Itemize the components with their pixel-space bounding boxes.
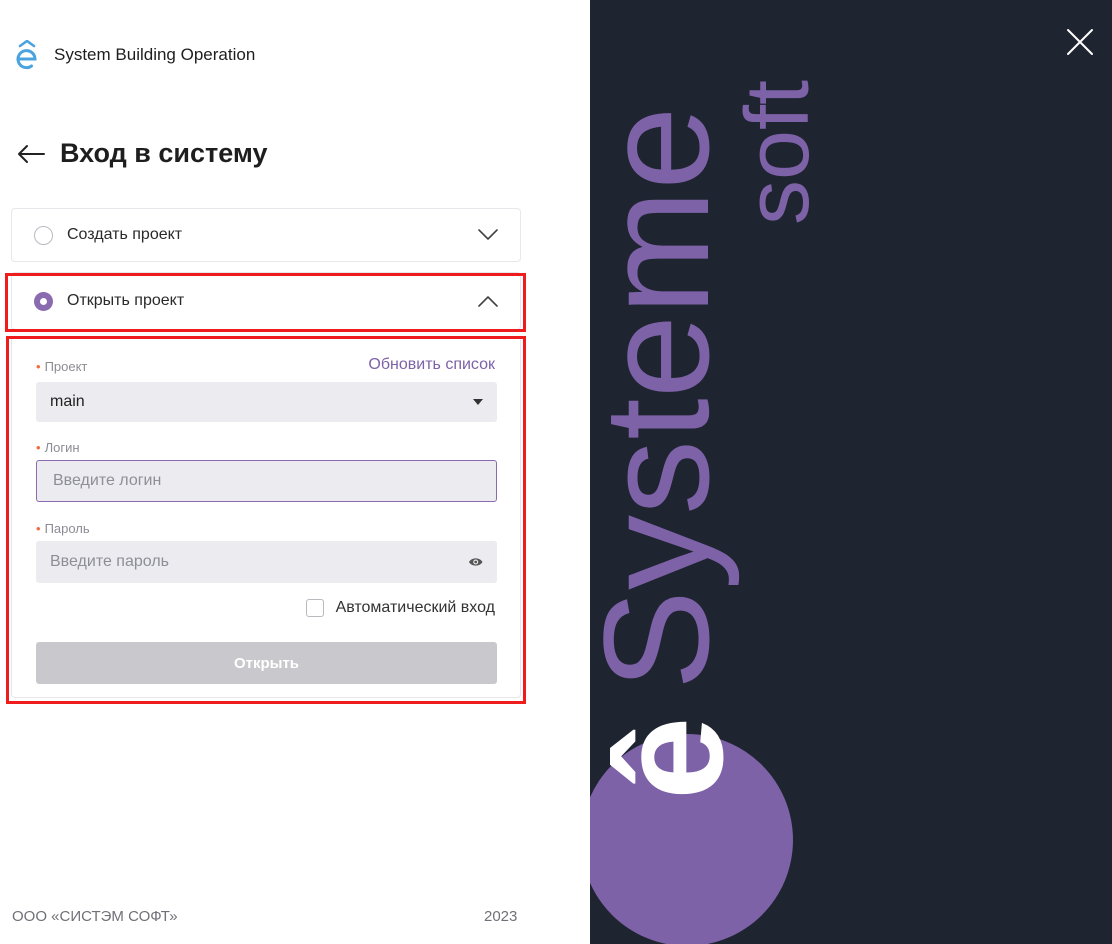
- app-name: System Building Operation: [54, 45, 256, 64]
- project-select-value: main: [50, 393, 85, 410]
- create-project-section: Создать проект: [11, 208, 521, 262]
- create-project-label: Создать проект: [67, 226, 183, 243]
- login-panel: System Building Operation Вход в систему…: [0, 0, 590, 944]
- footer-company: ООО «СИСТЭМ СОФТ»: [12, 908, 178, 925]
- login-field[interactable]: [36, 460, 497, 502]
- back-arrow-icon[interactable]: [16, 143, 46, 165]
- brand-circle-mark: ê: [590, 717, 754, 800]
- auto-login-option[interactable]: Автоматический вход: [305, 599, 495, 617]
- project-label: • Проект: [36, 359, 88, 374]
- required-marker: •: [36, 440, 41, 455]
- open-project-radio[interactable]: [34, 291, 53, 311]
- brand-word: Systeme: [590, 106, 740, 690]
- password-input[interactable]: [50, 553, 468, 571]
- brand-panel: Systeme soft ê: [590, 0, 1112, 944]
- open-button[interactable]: Открыть: [36, 642, 497, 684]
- refresh-list-link[interactable]: Обновить список: [368, 356, 495, 374]
- brand-sub: soft: [728, 80, 828, 225]
- chevron-down-icon[interactable]: [478, 229, 498, 241]
- app-header: System Building Operation: [14, 40, 255, 70]
- create-project-toggle[interactable]: Создать проект: [12, 209, 520, 261]
- open-project-section: Открыть проект: [11, 272, 521, 330]
- auto-login-label: Автоматический вход: [335, 599, 495, 616]
- page-title-row: Вход в систему: [16, 138, 268, 169]
- footer-year: 2023: [484, 908, 518, 925]
- create-project-radio[interactable]: [34, 225, 53, 245]
- required-marker: •: [36, 359, 41, 374]
- login-label: • Логин: [36, 440, 80, 455]
- open-project-form: •Проект Обновить список main •Логин •Пар…: [11, 336, 521, 698]
- password-label: • Пароль: [36, 521, 90, 536]
- required-marker: •: [36, 521, 41, 536]
- systeme-logo-icon: [16, 40, 37, 70]
- close-icon[interactable]: [1066, 28, 1094, 56]
- chevron-up-icon[interactable]: [478, 295, 498, 307]
- auto-login-checkbox[interactable]: [305, 599, 324, 617]
- page-title: Вход в систему: [60, 138, 268, 168]
- open-project-toggle[interactable]: Открыть проект: [12, 273, 520, 329]
- caret-down-icon: [473, 399, 483, 405]
- eye-icon[interactable]: [468, 556, 483, 568]
- password-field[interactable]: [36, 541, 497, 583]
- project-select[interactable]: main: [36, 382, 497, 422]
- login-input[interactable]: [53, 472, 480, 490]
- brand-artwork: Systeme soft ê: [590, 80, 828, 944]
- open-project-label: Открыть проект: [67, 292, 185, 309]
